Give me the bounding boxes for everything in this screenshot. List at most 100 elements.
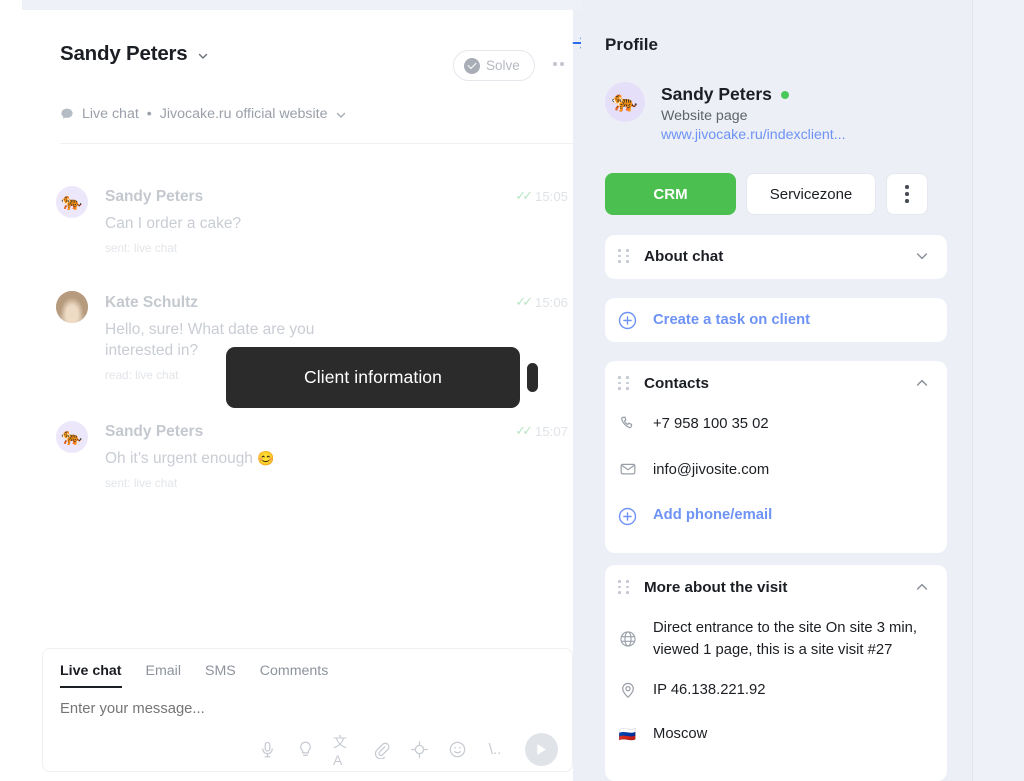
mail-icon [618, 459, 637, 478]
avatar-emoji: 🐅 [61, 192, 83, 211]
delivered-ticks-icon: ✓✓ [515, 423, 533, 438]
tab-email[interactable]: Email [146, 663, 181, 688]
drag-handle-icon[interactable] [618, 580, 630, 594]
solve-button-label: Solve [486, 58, 520, 73]
contact-row-phone[interactable]: +7 958 100 35 02 [605, 413, 947, 435]
message-item: 🐅 Sandy Peters Can I order a cake? sent:… [0, 182, 573, 272]
check-circle-icon [464, 57, 480, 74]
card-create-task[interactable]: Create a task on client [605, 298, 947, 342]
card-title: Contacts [644, 374, 709, 392]
message-input[interactable] [60, 701, 460, 717]
card-visit-header[interactable]: More about the visit [605, 565, 947, 609]
add-contact-label: Add phone/email [653, 507, 773, 523]
message-time: 15:06 [534, 294, 568, 310]
message-item: 🐅 Sandy Peters Oh it’s urgent enough 😊 s… [0, 417, 573, 509]
crosshair-icon[interactable] [409, 740, 429, 760]
message-status: read: live chat [105, 368, 179, 382]
add-contact-row[interactable]: Add phone/email [605, 507, 947, 526]
composer-toolbar: 文A \.. [257, 733, 558, 768]
crm-button[interactable]: CRM [605, 173, 736, 215]
more-vertical-icon[interactable] [886, 173, 928, 215]
location-pin-icon [618, 681, 637, 700]
visit-row-city: 🇷🇺 Moscow [605, 723, 947, 745]
card-title: About chat [644, 247, 724, 265]
avatar-emoji: 🐅 [611, 90, 639, 113]
message-emoji: 😊 [257, 450, 275, 466]
microphone-icon[interactable] [257, 740, 277, 760]
panel-right-background [972, 0, 1024, 781]
slash-command-icon[interactable]: \.. [485, 740, 505, 760]
client-information-tooltip: Client information [226, 347, 520, 408]
more-horizontal-icon[interactable] [553, 62, 564, 66]
contact-row-email[interactable]: info@jivosite.com [605, 459, 947, 481]
chevron-down-icon[interactable] [915, 249, 929, 263]
app-root: Sandy Peters Solve Live chat • Jivocake.… [0, 0, 1024, 781]
contact-email: info@jivosite.com [653, 462, 770, 478]
avatar: 🐅 [605, 82, 645, 122]
tab-live-chat[interactable]: Live chat [60, 663, 122, 688]
delivered-ticks-icon: ✓✓ [515, 188, 533, 203]
profile-client-subtitle: Website page [661, 108, 748, 124]
avatar: 🐅 [56, 421, 88, 453]
profile-name-row: Sandy Peters [661, 84, 846, 105]
card-contacts: Contacts +7 958 100 35 02 info@jivosite.… [605, 361, 947, 553]
visit-row-ip: IP 46.138.221.92 [605, 679, 947, 701]
tab-comments[interactable]: Comments [260, 663, 329, 688]
message-time-row: ✓✓ 15:06 [515, 294, 568, 310]
message-author: Kate Schultz [105, 294, 199, 311]
card-about-chat-header[interactable]: About chat [605, 235, 947, 277]
chevron-up-icon[interactable] [915, 376, 929, 390]
header-divider [60, 143, 573, 144]
contact-phone: +7 958 100 35 02 [653, 416, 769, 432]
lightbulb-icon[interactable] [295, 740, 315, 760]
profile-client-header: 🐅 Sandy Peters Website page www.jivocake… [605, 82, 846, 143]
profile-title: Profile [605, 35, 658, 54]
message-status: sent: live chat [105, 476, 178, 490]
chat-bubble-icon [60, 107, 74, 121]
create-task-row[interactable]: Create a task on client [605, 298, 947, 342]
plus-circle-icon [618, 507, 637, 526]
visit-ip: IP 46.138.221.92 [653, 682, 766, 698]
chat-header: Sandy Peters Solve Live chat • Jivocake.… [0, 10, 573, 144]
profile-action-row: CRM Servicezone [605, 173, 928, 215]
card-contacts-header[interactable]: Contacts [605, 361, 947, 405]
translate-icon[interactable]: 文A [333, 734, 353, 768]
flag-ru-icon: 🇷🇺 [618, 725, 637, 742]
create-task-label: Create a task on client [653, 312, 811, 328]
profile-client-link[interactable]: www.jivocake.ru/indexclient... [661, 127, 846, 143]
phone-icon [618, 413, 637, 432]
top-band-left-notch [0, 0, 22, 10]
delivered-ticks-icon: ✓✓ [515, 294, 533, 309]
chevron-up-icon[interactable] [915, 580, 929, 594]
message-text: Oh it’s urgent enough 😊 [105, 448, 405, 469]
message-time: 15:05 [534, 188, 568, 204]
message-author: Sandy Peters [105, 188, 204, 205]
visit-row-source: Direct entrance to the site On site 3 mi… [605, 617, 947, 661]
paperclip-icon[interactable] [371, 740, 391, 760]
chat-source-channel: Live chat [82, 106, 139, 122]
chat-title-row[interactable]: Sandy Peters [60, 42, 209, 66]
solve-button[interactable]: Solve [453, 50, 535, 81]
send-button[interactable] [525, 733, 558, 766]
chat-source-site: Jivocake.ru official website [159, 106, 328, 122]
avatar: 🐅 [56, 186, 88, 218]
card-about-chat: About chat [605, 235, 947, 279]
drag-handle-icon[interactable] [618, 376, 630, 390]
tab-sms[interactable]: SMS [205, 663, 236, 688]
card-title: More about the visit [644, 578, 788, 596]
card-more-about-visit: More about the visit Direct entrance to … [605, 565, 947, 781]
message-text: Can I order a cake? [105, 215, 242, 232]
chat-panel: Sandy Peters Solve Live chat • Jivocake.… [0, 10, 573, 781]
composer-tabs: Live chat Email SMS Comments [60, 663, 328, 688]
chevron-down-icon[interactable] [335, 109, 347, 121]
profile-client-name: Sandy Peters [661, 84, 772, 104]
profile-panel: Profile 🐅 Sandy Peters Website page www.… [581, 0, 972, 781]
chevron-down-icon[interactable] [197, 50, 209, 62]
avatar-emoji: 🐅 [61, 427, 83, 446]
message-text-body: Oh it’s urgent enough [105, 450, 258, 467]
message-time-row: ✓✓ 15:05 [515, 188, 568, 204]
smiley-icon[interactable] [447, 740, 467, 760]
servicezone-button[interactable]: Servicezone [746, 173, 876, 215]
drag-handle-icon[interactable] [618, 249, 630, 263]
chat-source-row[interactable]: Live chat • Jivocake.ru official website [60, 106, 347, 122]
